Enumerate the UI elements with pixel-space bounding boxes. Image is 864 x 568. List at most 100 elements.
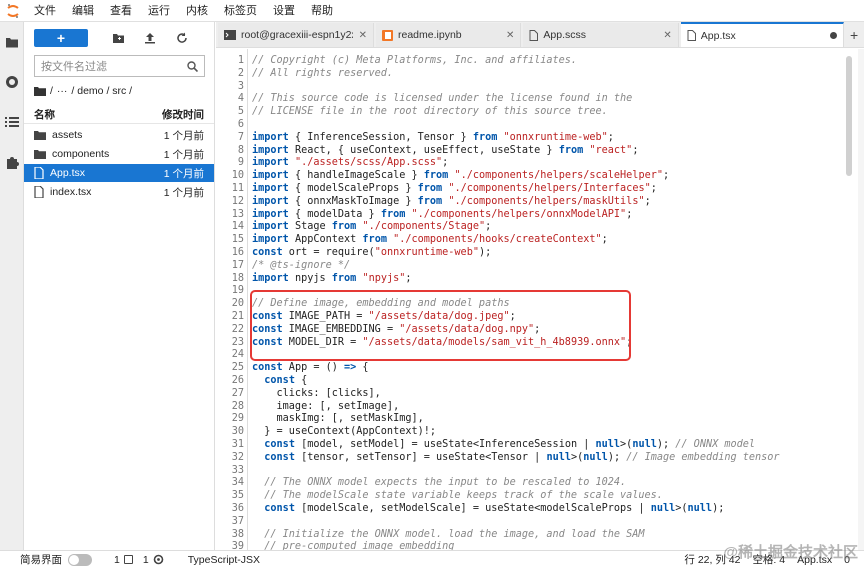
unsaved-dot-icon[interactable] (830, 32, 838, 39)
folder-icon[interactable] (34, 86, 46, 96)
code-line[interactable]: import { modelScaleProps } from "./compo… (252, 183, 657, 194)
line-number: 19 (231, 285, 244, 297)
line-number-gutter: 1 2 3 4 5 6 7 8 9 10 11 12 13 14 15 16 17 18 19 20 21 22 23 24 2… (216, 49, 248, 552)
running-sessions-icon[interactable] (0, 62, 24, 102)
code-line[interactable]: import "./assets/scss/App.scss"; (252, 157, 448, 168)
add-tab-icon[interactable]: + (844, 23, 864, 47)
close-icon[interactable]: ✕ (663, 30, 671, 41)
new-folder-icon[interactable] (102, 28, 134, 48)
highlight-box (250, 290, 631, 361)
file-icon (34, 167, 44, 179)
file-browser: + 按文件名过滤 / ··· / demo / src / 名称 修改时间 as… (24, 22, 215, 550)
jupyter-logo-icon[interactable] (0, 0, 26, 22)
code-line[interactable]: // The modelScale state variable keeps t… (252, 490, 663, 501)
code-line[interactable]: import { modelData } from "./components/… (252, 209, 632, 220)
kernel-count[interactable]: 1 (143, 554, 149, 566)
line-number: 33 (231, 464, 244, 476)
code-line[interactable]: // All rights reserved. (252, 68, 393, 79)
code-line[interactable]: const { (252, 375, 307, 386)
code-line[interactable]: // pre-computed image embedding (252, 541, 454, 550)
line-number: 27 (231, 387, 244, 399)
file-row[interactable]: assets 1 个月前 (24, 126, 214, 144)
code-line[interactable]: const [modelScale, setModelScale] = useS… (252, 503, 724, 514)
file-name: components (52, 148, 110, 160)
breadcrumb-path[interactable]: / demo / src / (71, 85, 132, 97)
code-line[interactable]: import { InferenceSession, Tensor } from… (252, 132, 614, 143)
code-line[interactable]: // Copyright (c) Meta Platforms, Inc. an… (252, 55, 577, 66)
code-line[interactable]: clicks: [clicks], (252, 388, 381, 399)
line-number: 21 (231, 311, 244, 322)
search-icon (187, 60, 198, 72)
code-line[interactable]: import AppContext from "./components/hoo… (252, 234, 608, 245)
filter-placeholder: 按文件名过滤 (41, 61, 107, 73)
menu-item[interactable]: 设置 (265, 0, 303, 22)
column-modified[interactable]: 修改时间 (162, 107, 204, 122)
tab-label: App.scss (543, 29, 587, 41)
code-line[interactable]: const [model, setModel] = useState<Infer… (252, 439, 755, 450)
folder-icon[interactable] (0, 22, 24, 62)
file-name: App.tsx (50, 167, 86, 179)
code-line[interactable]: const App = () => { (252, 362, 369, 373)
breadcrumb-ellipsis[interactable]: ··· (57, 85, 68, 97)
line-number: 3 (237, 80, 244, 92)
file-icon (34, 186, 44, 198)
filter-input[interactable]: 按文件名过滤 (34, 55, 205, 77)
line-number: 37 (231, 515, 244, 527)
menu-item[interactable]: 内核 (178, 0, 216, 22)
menu-item[interactable]: 运行 (140, 0, 178, 22)
file-row[interactable]: App.tsx 1 个月前 (24, 164, 214, 182)
code-line[interactable]: import { onnxMaskToImage } from "./compo… (252, 196, 651, 207)
line-number: 5 (237, 106, 244, 118)
language-mode[interactable]: TypeScript-JSX (188, 554, 260, 566)
upload-icon[interactable] (134, 28, 166, 48)
code-line[interactable]: // Initialize the ONNX model. load the i… (252, 529, 644, 540)
menu-item[interactable]: 查看 (102, 0, 140, 22)
file-row[interactable]: components 1 个月前 (24, 145, 214, 163)
menu-item[interactable]: 标签页 (216, 0, 265, 22)
watermark-text: @稀土掘金技术社区 (723, 544, 858, 561)
line-number: 15 (231, 234, 244, 246)
tab-app-scss[interactable]: App.scss ✕ (523, 23, 679, 47)
file-row[interactable]: index.tsx 1 个月前 (24, 183, 214, 201)
code-line[interactable]: // The ONNX model expects the input to b… (252, 477, 626, 488)
line-number: 8 (237, 144, 244, 156)
breadcrumb-root[interactable]: / (50, 85, 53, 97)
tab-app-tsx[interactable]: App.tsx (680, 22, 845, 47)
settings-gear-icon (153, 554, 163, 565)
code-line[interactable]: // This source code is licensed under th… (252, 93, 632, 104)
line-number: 7 (237, 131, 244, 143)
line-number: 24 (231, 349, 244, 361)
close-icon[interactable]: ✕ (359, 30, 367, 41)
scrollbar-thumb[interactable] (846, 56, 852, 176)
code-line[interactable]: import { handleImageScale } from "./comp… (252, 170, 669, 181)
close-icon[interactable]: ✕ (506, 30, 514, 41)
code-line[interactable]: import npyjs from "npyjs"; (252, 273, 412, 284)
tab-readme-ipynb[interactable]: readme.ipynb ✕ (376, 23, 522, 47)
code-line[interactable]: import Stage from "./components/Stage"; (252, 221, 491, 232)
extension-puzzle-icon[interactable] (0, 142, 24, 182)
line-number: 25 (231, 362, 244, 374)
menu-item[interactable]: 编辑 (64, 0, 102, 22)
file-list-header: 名称 修改时间 (24, 106, 214, 124)
code-line[interactable]: } = useContext(AppContext)!; (252, 426, 436, 437)
code-line[interactable]: const [tensor, setTensor] = useState<Ten… (252, 452, 779, 463)
line-number: 11 (231, 183, 244, 194)
menu-item[interactable]: 文件 (26, 0, 64, 22)
code-line[interactable]: import React, { useContext, useEffect, u… (252, 145, 638, 156)
line-number: 20 (231, 298, 244, 310)
table-of-contents-icon[interactable] (0, 102, 24, 142)
menu-item[interactable]: 帮助 (303, 0, 341, 22)
code-line[interactable]: maskImg: [, setMaskImg], (252, 413, 424, 424)
tab-root-gracexiii-espn1y2xt[interactable]: root@gracexiii-espn1y2xt ✕ (218, 23, 374, 47)
simple-mode-toggle[interactable] (68, 553, 92, 566)
code-line[interactable]: // LICENSE file in the root directory of… (252, 106, 608, 117)
refresh-icon[interactable] (166, 28, 198, 48)
file-modified: 1 个月前 (163, 129, 204, 142)
code-line[interactable]: const ort = require("onnxruntime-web"); (252, 247, 491, 258)
code-line[interactable]: /* @ts-ignore */ (252, 260, 350, 271)
code-line[interactable]: image: [, setImage], (252, 401, 400, 412)
column-name[interactable]: 名称 (34, 107, 162, 122)
new-launcher-button[interactable]: + (34, 29, 88, 47)
terminal-count[interactable]: 1 (114, 554, 120, 566)
terminal-icon (123, 555, 133, 564)
